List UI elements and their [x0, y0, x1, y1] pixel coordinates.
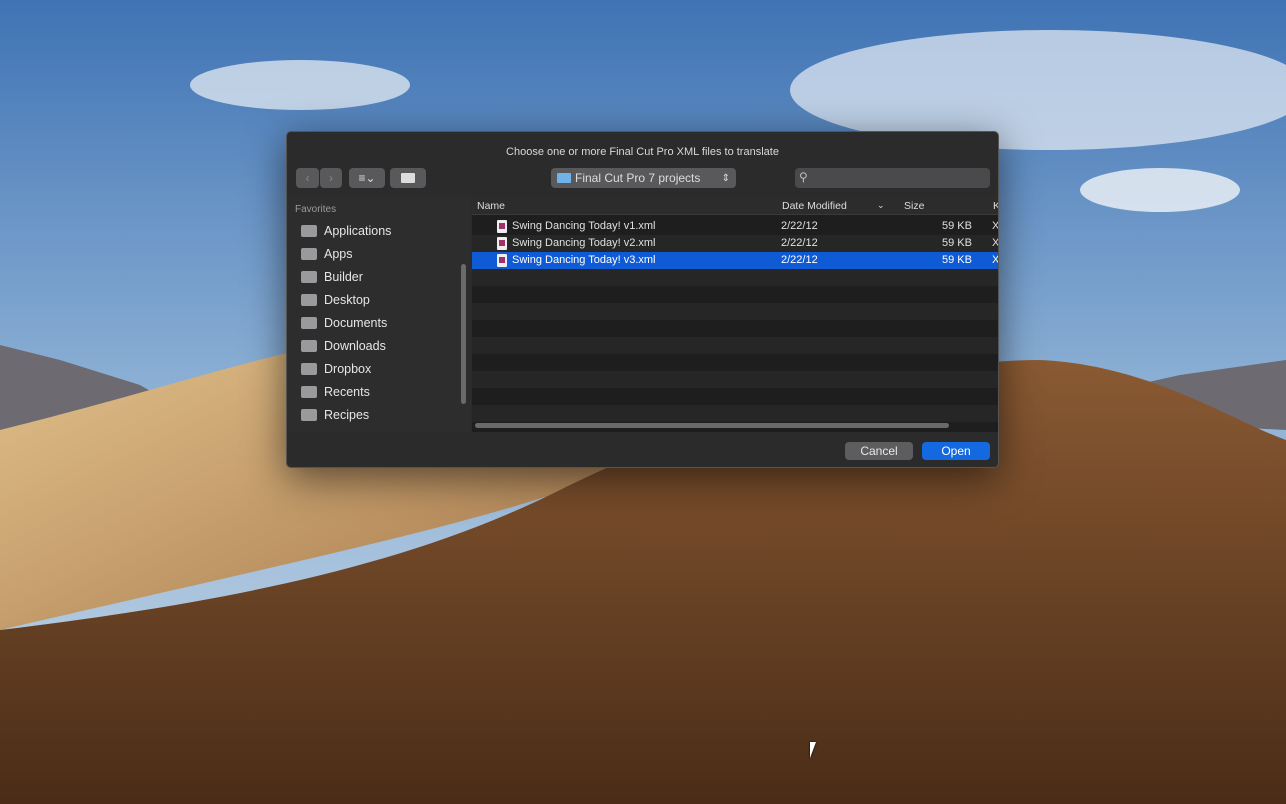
file-kind: XI [992, 237, 999, 249]
documents-icon [301, 317, 317, 329]
list-view-icon: ≡⌄ [358, 171, 376, 185]
new-folder-icon [401, 173, 415, 183]
chevron-right-icon: › [329, 171, 333, 185]
new-folder-button[interactable] [390, 168, 426, 188]
sidebar-item-documents[interactable]: Documents [301, 312, 387, 334]
empty-row [472, 269, 998, 286]
column-kind[interactable]: K [993, 200, 998, 212]
empty-row [472, 371, 998, 388]
xml-file-icon [497, 254, 507, 267]
empty-row [472, 354, 998, 371]
recents-icon [301, 386, 317, 398]
empty-row [472, 388, 998, 405]
sidebar-item-label: Downloads [324, 339, 386, 353]
sidebar-item-builder[interactable]: Builder [301, 266, 363, 288]
search-icon: ⚲ [799, 170, 808, 184]
sidebar-item-label: Dropbox [324, 362, 372, 376]
file-size: 59 KB [942, 220, 972, 232]
xml-file-icon [497, 237, 507, 250]
sidebar-item-label: Applications [324, 224, 392, 238]
file-date: 2/22/12 [781, 237, 818, 249]
file-kind: XI [992, 220, 999, 232]
search-field[interactable]: ⚲ [795, 168, 990, 188]
empty-row [472, 303, 998, 320]
list-header: Name Date Modified ⌄ Size K [472, 196, 998, 215]
file-list: Name Date Modified ⌄ Size K Swing Dancin… [472, 196, 999, 432]
updown-chevron-icon: ⇕ [721, 172, 730, 184]
cancel-button[interactable]: Cancel [845, 442, 913, 460]
view-options-button[interactable]: ≡⌄ [349, 168, 385, 188]
file-kind: XI [992, 254, 999, 266]
location-popup[interactable]: Final Cut Pro 7 projects ⇕ [551, 168, 736, 188]
file-name: Swing Dancing Today! v3.xml [512, 254, 656, 266]
empty-row [472, 286, 998, 303]
sidebar-item-label: Recents [324, 385, 370, 399]
folder-icon [301, 248, 317, 260]
mouse-cursor [810, 742, 816, 758]
chevron-left-icon: ‹ [305, 171, 310, 185]
back-button[interactable]: ‹ [296, 168, 319, 188]
location-label: Final Cut Pro 7 projects [575, 171, 701, 185]
folder-icon [301, 271, 317, 283]
downloads-icon [301, 340, 317, 352]
xml-file-icon [497, 220, 507, 233]
sidebar-item-label: Desktop [324, 293, 370, 307]
folder-icon [301, 409, 317, 421]
sidebar-item-label: Builder [324, 270, 363, 284]
forward-button[interactable]: › [320, 168, 342, 188]
sidebar-item-apps[interactable]: Apps [301, 243, 353, 265]
file-row[interactable]: Swing Dancing Today! v1.xml 2/22/12 59 K… [472, 218, 999, 235]
file-row[interactable]: Swing Dancing Today! v2.xml 2/22/12 59 K… [472, 235, 999, 252]
sidebar-item-desktop[interactable]: Desktop [301, 289, 370, 311]
sidebar-item-label: Apps [324, 247, 353, 261]
sidebar-item-applications[interactable]: Applications [301, 220, 391, 242]
sidebar-item-label: Recipes [324, 408, 370, 422]
file-size: 59 KB [942, 254, 972, 266]
column-date-modified[interactable]: Date Modified [782, 200, 847, 212]
open-button[interactable]: Open [922, 442, 990, 460]
open-file-dialog: Choose one or more Final Cut Pro XML fil… [286, 131, 999, 468]
favorites-header: Favorites [295, 204, 337, 215]
sidebar-item-recents[interactable]: Recents [301, 381, 370, 403]
horizontal-scrollbar[interactable] [475, 423, 949, 428]
folder-icon [557, 173, 571, 183]
file-size: 59 KB [942, 237, 972, 249]
file-date: 2/22/12 [781, 254, 818, 266]
column-size[interactable]: Size [904, 200, 924, 212]
empty-row [472, 337, 998, 354]
sidebar-item-dropbox[interactable]: Dropbox [301, 358, 371, 380]
sidebar-scrollbar[interactable] [461, 264, 466, 404]
sort-chevron-icon: ⌄ [877, 200, 885, 210]
sidebar: Favorites Applications Apps Builder Desktop… [287, 196, 471, 432]
sidebar-item-downloads[interactable]: Downloads [301, 335, 386, 357]
column-name[interactable]: Name [477, 200, 505, 212]
file-row[interactable]: Swing Dancing Today! v3.xml 2/22/12 59 K… [472, 252, 999, 269]
file-name: Swing Dancing Today! v1.xml [512, 220, 656, 232]
dialog-title: Choose one or more Final Cut Pro XML fil… [506, 146, 779, 158]
applications-icon [301, 225, 317, 237]
empty-row [472, 405, 998, 422]
sidebar-item-label: Documents [324, 316, 388, 330]
file-date: 2/22/12 [781, 220, 818, 232]
file-name: Swing Dancing Today! v2.xml [512, 237, 656, 249]
empty-row [472, 320, 998, 337]
desktop-icon [301, 294, 317, 306]
sidebar-item-recipes[interactable]: Recipes [301, 404, 369, 426]
folder-icon [301, 363, 317, 375]
